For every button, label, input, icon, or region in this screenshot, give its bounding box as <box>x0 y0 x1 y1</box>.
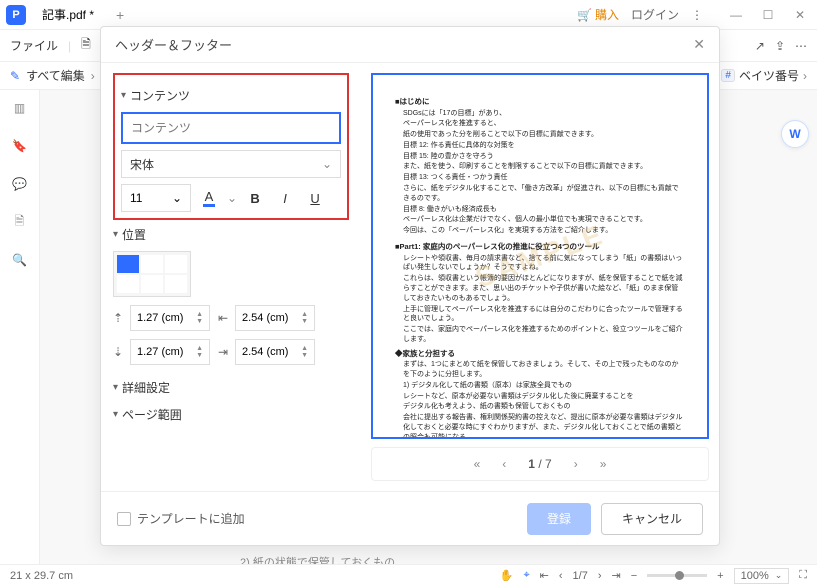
pager-prev-button[interactable]: ‹ <box>502 457 506 471</box>
menu-dots-icon[interactable]: ⋮ <box>691 8 703 22</box>
bates-badge-icon: # <box>721 69 735 82</box>
toolbar-doc-icon[interactable]: 🗎 <box>81 35 91 56</box>
add-tab-button[interactable]: + <box>110 7 130 23</box>
status-page[interactable]: 1/7 <box>573 570 588 582</box>
font-color-button[interactable]: A <box>197 186 221 210</box>
buy-link[interactable]: 🛒 購入 <box>577 6 619 23</box>
chevron-down-icon: ⌄ <box>322 157 332 171</box>
tab-filename: 記事.pdf * <box>42 6 94 23</box>
comment-icon[interactable]: 💬 <box>10 174 30 194</box>
login-link[interactable]: ログイン <box>631 6 679 23</box>
edit-all-button[interactable]: すべて編集 <box>26 67 85 84</box>
bookmark-icon[interactable]: 🔖 <box>10 136 30 156</box>
pager-next-button[interactable]: › <box>574 457 578 471</box>
font-select[interactable]: 宋体 ⌄ <box>121 150 341 178</box>
margin-left-input[interactable]: 2.54 (cm) ▲▼ <box>235 305 315 331</box>
pager-first-button[interactable]: « <box>474 457 481 471</box>
preview-pager: « ‹ 1 / 7 › » <box>371 447 709 481</box>
zoom-in-icon[interactable]: + <box>717 570 723 582</box>
pos-bottom-center[interactable] <box>141 275 163 293</box>
status-prev-icon[interactable]: ‹ <box>559 570 563 582</box>
underline-button[interactable]: U <box>303 186 327 210</box>
margin-top-icon: ⇡ <box>113 311 127 325</box>
edit-pencil-icon: ✎ <box>10 69 20 83</box>
search-icon[interactable]: 🔍 <box>10 250 30 270</box>
page-dimensions: 21 x 29.7 cm <box>10 570 73 582</box>
fullscreen-icon[interactable]: ⛶ <box>799 569 807 582</box>
hand-tool-icon[interactable]: ✋ <box>500 569 514 582</box>
cancel-button[interactable]: キャンセル <box>601 503 703 535</box>
preview-page: SAMPLE ■はじめに SDGsには「17の目標」があり、 ペーパーレス化を推… <box>371 73 709 439</box>
italic-button[interactable]: I <box>273 186 297 210</box>
status-last-icon[interactable]: ⇥ <box>612 569 621 582</box>
file-menu[interactable]: ファイル <box>10 37 58 54</box>
advanced-section-title[interactable]: 詳細設定 <box>122 379 170 396</box>
maximize-button[interactable]: ☐ <box>757 8 779 22</box>
modal-close-button[interactable]: ✕ <box>693 36 705 53</box>
select-tool-icon[interactable]: ⌖ <box>523 569 529 582</box>
position-grid[interactable] <box>113 251 191 297</box>
status-next-icon[interactable]: › <box>598 570 602 582</box>
header-footer-modal: ヘッダー＆フッター ✕ コンテンツ 宋体 ⌄ 11 ⌄ A ⌄ B <box>100 26 720 546</box>
thumbnails-icon[interactable]: ▥ <box>10 98 30 118</box>
app-logo: P <box>6 5 26 25</box>
font-size-select[interactable]: 11 ⌄ <box>121 184 191 212</box>
add-template-checkbox[interactable]: テンプレートに追加 <box>117 510 245 527</box>
margin-right-input[interactable]: 2.54 (cm) ▲▼ <box>235 339 315 365</box>
margin-right-icon: ⇥ <box>218 345 232 359</box>
minimize-button[interactable]: — <box>725 8 747 22</box>
apply-button[interactable]: 登録 <box>527 503 591 535</box>
pos-top-center[interactable] <box>141 255 163 273</box>
zoom-out-icon[interactable]: − <box>631 570 637 582</box>
pos-top-right[interactable] <box>165 255 187 273</box>
zoom-slider[interactable] <box>647 574 707 577</box>
pos-bottom-left[interactable] <box>117 275 139 293</box>
margin-bottom-icon: ⇣ <box>113 345 127 359</box>
pager-last-button[interactable]: » <box>600 457 607 471</box>
bold-button[interactable]: B <box>243 186 267 210</box>
document-tab[interactable]: 記事.pdf * <box>32 2 104 27</box>
word-badge-icon[interactable]: W <box>781 120 809 148</box>
pagerange-section-title[interactable]: ページ範囲 <box>122 406 182 423</box>
more-icon[interactable]: ⋯ <box>795 39 807 53</box>
content-section-title[interactable]: コンテンツ <box>121 87 341 104</box>
external-icon[interactable]: ↗ <box>755 39 765 53</box>
position-section-title[interactable]: 位置 <box>113 226 349 243</box>
pos-top-left[interactable] <box>117 255 139 273</box>
chevron-down-icon: ⌄ <box>775 570 783 581</box>
zoom-select[interactable]: 100% ⌄ <box>734 568 790 584</box>
close-window-button[interactable]: ✕ <box>789 8 811 22</box>
cart-icon: 🛒 <box>577 8 592 22</box>
bates-number-button[interactable]: ベイツ番号 <box>739 67 799 84</box>
page-icon[interactable]: 🗎 <box>10 212 30 232</box>
pager-status: 1 / 7 <box>528 457 551 471</box>
content-section-highlight: コンテンツ 宋体 ⌄ 11 ⌄ A ⌄ B I U <box>113 73 349 220</box>
margin-left-icon: ⇤ <box>218 311 232 325</box>
content-input[interactable] <box>121 112 341 144</box>
margin-bottom-input[interactable]: 1.27 (cm) ▲▼ <box>130 339 210 365</box>
margin-top-input[interactable]: 1.27 (cm) ▲▼ <box>130 305 210 331</box>
pos-bottom-right[interactable] <box>165 275 187 293</box>
share-icon[interactable]: ⇪ <box>775 39 785 53</box>
modal-title: ヘッダー＆フッター <box>115 35 232 54</box>
chevron-down-icon: ⌄ <box>172 191 182 205</box>
status-first-icon[interactable]: ⇤ <box>540 569 549 582</box>
